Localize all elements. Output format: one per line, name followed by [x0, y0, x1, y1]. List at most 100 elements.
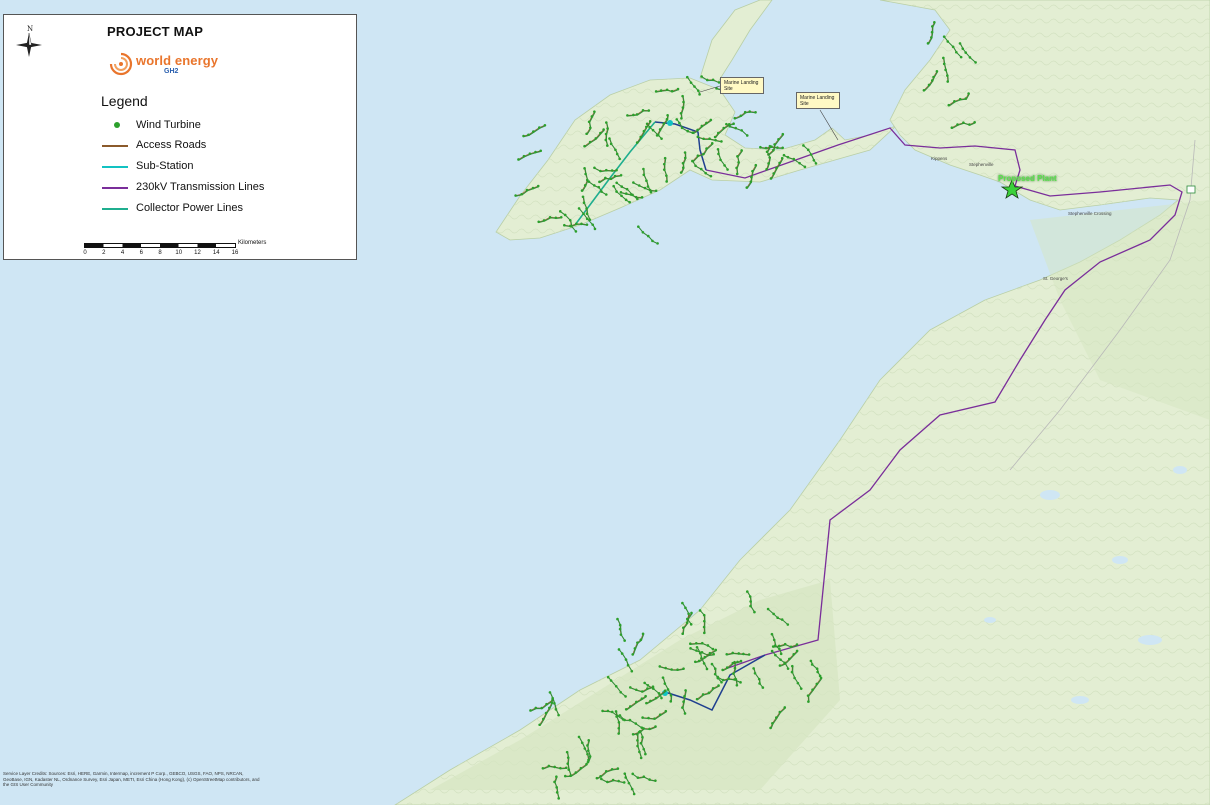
wind-turbine — [622, 781, 626, 784]
wind-turbine — [713, 667, 717, 670]
wind-turbine — [665, 174, 668, 177]
wind-turbine — [716, 676, 720, 680]
scale-tick: 8 — [158, 250, 162, 256]
wind-turbine — [942, 56, 945, 60]
wind-turbine — [662, 162, 666, 166]
wind-turbine — [725, 122, 728, 126]
wind-turbine — [717, 684, 720, 687]
wind-turbine — [616, 617, 619, 621]
wind-turbine — [636, 739, 639, 742]
wind-turbine — [624, 192, 628, 195]
wind-turbine — [693, 85, 696, 88]
wind-turbine — [683, 712, 687, 715]
wind-turbine — [593, 110, 596, 113]
wind-turbine — [587, 120, 591, 124]
wind-turbine — [809, 153, 813, 156]
wind-turbine — [711, 687, 715, 690]
wind-turbine — [575, 222, 578, 226]
wind-turbine — [695, 697, 699, 701]
marine-landing-callout: Marine Landing Site — [796, 92, 840, 109]
wind-turbine — [644, 694, 647, 698]
wind-turbine — [563, 223, 566, 227]
wind-turbine — [639, 135, 642, 139]
wind-turbine — [525, 188, 529, 192]
wind-turbine — [683, 156, 687, 160]
wind-turbine — [574, 230, 578, 233]
wind-turbine — [654, 90, 658, 93]
wind-turbine — [683, 695, 686, 698]
wind-turbine — [642, 173, 646, 177]
wind-turbine — [594, 137, 598, 140]
wind-turbine — [748, 595, 752, 598]
wind-turbine — [780, 618, 784, 621]
wind-turbine — [541, 717, 545, 721]
wind-turbine — [779, 658, 782, 661]
wind-turbine — [636, 641, 639, 644]
wind-turbine — [617, 726, 621, 730]
wind-turbine — [781, 146, 784, 150]
wind-turbine — [723, 164, 726, 167]
wind-turbine — [631, 653, 635, 656]
wind-turbine — [942, 35, 946, 38]
wind-turbine — [582, 201, 586, 205]
wind-turbine — [514, 194, 517, 197]
wind-turbine — [705, 78, 709, 82]
wind-turbine — [624, 695, 627, 698]
wind-turbine — [644, 125, 648, 129]
wind-turbine — [604, 176, 607, 180]
wind-turbine — [613, 174, 617, 178]
wind-turbine — [662, 122, 666, 125]
wind-turbine — [569, 774, 573, 777]
wind-turbine — [623, 772, 627, 775]
wind-turbine — [679, 111, 683, 115]
wind-turbine — [740, 149, 743, 152]
wind-turbine — [624, 776, 627, 779]
wind-turbine — [669, 700, 673, 703]
wind-turbine — [617, 648, 621, 651]
wind-turbine — [583, 167, 586, 170]
wind-turbine — [783, 662, 786, 665]
proposed-plant-label: Proposed Plant — [998, 174, 1057, 183]
wind-turbine — [776, 616, 779, 620]
wind-turbine — [788, 657, 791, 661]
scale-tick: 2 — [102, 250, 106, 256]
wind-turbine — [710, 662, 714, 666]
wind-turbine — [534, 150, 537, 154]
wind-turbine — [548, 691, 552, 694]
wind-turbine — [743, 110, 747, 114]
wind-turbine — [658, 713, 662, 717]
wind-turbine — [682, 667, 685, 670]
legend-label: Collector Power Lines — [136, 202, 243, 214]
swirl-logo-icon — [109, 52, 133, 76]
wind-turbine — [618, 157, 621, 161]
wind-turbine — [583, 144, 586, 148]
wind-turbine — [930, 36, 933, 39]
wind-turbine — [696, 128, 699, 132]
wind-turbine — [600, 190, 603, 193]
wind-turbine — [711, 78, 715, 82]
wind-turbine — [586, 752, 589, 756]
wind-turbine — [632, 181, 635, 184]
wind-turbine — [601, 709, 604, 713]
wind-turbine — [586, 749, 590, 752]
wind-turbine — [681, 601, 684, 605]
wind-turbine — [712, 652, 715, 656]
wind-turbine — [706, 644, 710, 647]
wind-turbine — [647, 109, 651, 112]
wind-turbine — [615, 152, 619, 156]
wind-turbine — [577, 735, 581, 739]
wind-turbine — [665, 117, 669, 121]
scale-tick: 4 — [120, 250, 125, 256]
wind-turbine — [773, 644, 777, 647]
wind-turbine — [757, 677, 761, 681]
wind-turbine — [703, 619, 706, 623]
wind-turbine — [678, 121, 681, 125]
wind-turbine — [663, 689, 667, 692]
scale-tick: 14 — [212, 250, 220, 256]
wind-turbine — [739, 114, 743, 118]
wind-turbine — [553, 702, 556, 705]
wind-turbine — [567, 768, 571, 771]
wind-turbine — [754, 163, 758, 167]
wind-turbine — [795, 643, 799, 646]
wind-turbine — [656, 242, 659, 245]
